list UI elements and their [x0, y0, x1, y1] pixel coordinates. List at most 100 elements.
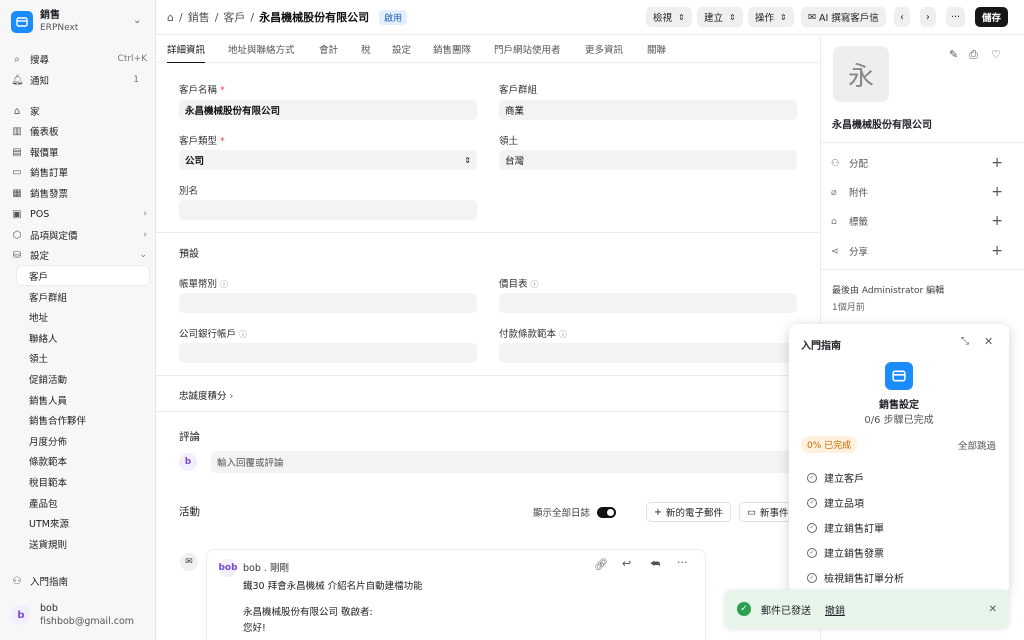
plus-icon[interactable]: +	[991, 155, 1003, 171]
more-icon[interactable]: ···	[677, 556, 688, 569]
breadcrumb-customer[interactable]: 客戶	[223, 9, 245, 25]
sidebar-item-sales-order[interactable]: ▭ 銷售訂單	[11, 163, 68, 181]
tab-more-info[interactable]: 更多資訊	[585, 42, 623, 63]
sidebar-item-home[interactable]: ⌂ 家	[11, 102, 40, 120]
tab-sales-team[interactable]: 銷售團隊	[433, 42, 471, 63]
chevron-right-icon: ›	[143, 230, 147, 240]
customer-group-input[interactable]: 商業	[499, 100, 797, 120]
tags-row[interactable]: ⌂ 標籤 +	[831, 212, 1003, 230]
sidebar-item-quotation[interactable]: ▤ 報價單	[11, 143, 58, 161]
more-button[interactable]: ···	[946, 7, 966, 27]
home-icon[interactable]: ⌂	[167, 11, 174, 24]
sidebar-sub-customer-group[interactable]: 客戶群組	[17, 287, 149, 306]
loyalty-section-toggle[interactable]: 忠誠度積分 ›	[179, 388, 233, 402]
tab-portal-users[interactable]: 門戶網站使用者	[494, 42, 561, 63]
sidebar-sub-monthly-distribution[interactable]: 月度分佈	[17, 431, 149, 450]
link-icon[interactable]: 🔗︎	[594, 558, 608, 571]
payment-terms-input[interactable]	[499, 343, 797, 363]
step-create-item[interactable]: ✓ 建立品項	[807, 495, 864, 510]
sidebar-item-dashboard[interactable]: ▥ 儀表板	[11, 122, 58, 140]
bank-account-input[interactable]	[179, 343, 477, 363]
new-email-button[interactable]: + 新的電子郵件	[646, 502, 731, 522]
tab-connections[interactable]: 關聯	[647, 42, 666, 63]
currency-input[interactable]	[179, 293, 477, 313]
toggle-switch[interactable]	[597, 506, 617, 518]
attachments-row[interactable]: ⌀ 附件 +	[831, 183, 1003, 201]
share-row[interactable]: ⋖ 分享 +	[831, 242, 1003, 260]
sidebar-sub-tax-template[interactable]: 稅目範本	[17, 472, 149, 491]
sidebar-item-sales-invoice[interactable]: ▦ 銷售發票	[11, 184, 68, 202]
tab-address-contact[interactable]: 地址與聯絡方式	[228, 42, 295, 63]
view-button[interactable]: 檢視 ⇕	[646, 7, 692, 27]
attachments-label: 附件	[849, 188, 869, 199]
plus-icon[interactable]: +	[991, 184, 1003, 200]
chevron-down-icon: ⌄	[139, 250, 147, 260]
reply-all-icon[interactable]: ⮪	[650, 557, 660, 571]
reply-icon[interactable]: ↩	[622, 557, 631, 570]
assign-row[interactable]: ⚇ 分配 +	[831, 154, 1003, 172]
price-list-input[interactable]	[499, 293, 797, 313]
edit-icon[interactable]: ✎	[949, 48, 958, 61]
avatar: bob	[218, 559, 238, 577]
comment-input[interactable]: 輸入回覆或評論	[211, 451, 797, 473]
app-switcher[interactable]: 銷售 ERPNext	[11, 9, 78, 35]
chart-icon: ▥	[12, 125, 22, 137]
save-button[interactable]: 儲存	[975, 7, 1009, 27]
sidebar-item-setup[interactable]: ⛁ 設定 ⌄	[11, 246, 147, 264]
territory-input[interactable]: 台灣	[499, 150, 797, 170]
step-view-sales-analytics[interactable]: ✓ 檢視銷售訂單分析	[807, 570, 904, 585]
skip-all-button[interactable]: 全部跳過	[958, 438, 996, 452]
next-record-button[interactable]: ›	[920, 7, 936, 27]
chevron-down-icon[interactable]: ⌄	[133, 15, 141, 26]
heart-icon[interactable]: ♡	[991, 48, 1001, 61]
prev-record-button[interactable]: ‹	[894, 7, 910, 27]
actions-button[interactable]: 操作 ⇕	[748, 7, 794, 27]
close-icon[interactable]: ✕	[984, 335, 993, 348]
sidebar-sub-customer[interactable]: 客戶	[17, 266, 149, 285]
sidebar-notifications[interactable]: 🔔︎ 通知 1	[11, 71, 147, 89]
sidebar-sub-address[interactable]: 地址	[17, 307, 149, 326]
sidebar-item-label: 銷售發票	[30, 189, 69, 200]
customer-group-label: 客戶群組	[499, 85, 538, 96]
sidebar-sub-terms-template[interactable]: 條款範本	[17, 451, 149, 470]
print-icon[interactable]: ⎙	[969, 48, 978, 62]
tab-accounting[interactable]: 會計	[319, 42, 338, 63]
sidebar-sub-sales-partner[interactable]: 銷售合作夥伴	[17, 410, 149, 429]
sidebar-sub-sales-person[interactable]: 銷售人員	[17, 390, 149, 409]
sidebar-item-items-pricing[interactable]: ⬡ 品項與定價 ›	[11, 226, 147, 244]
user-menu[interactable]: b bob fishbob@gmail.com	[11, 602, 134, 628]
sidebar-sub-utm-source[interactable]: UTM來源	[17, 513, 149, 532]
show-all-logs-toggle[interactable]: 顯示全部日誌	[533, 505, 617, 519]
tab-details[interactable]: 詳細資訊	[167, 42, 206, 63]
sidebar-sub-territory[interactable]: 領土	[17, 348, 149, 367]
sidebar-sub-shipping-rule[interactable]: 送貨規則	[17, 534, 149, 553]
sidebar-sub-product-bundle[interactable]: 產品包	[17, 493, 149, 512]
customer-type-select[interactable]: 公司 ⇕	[179, 150, 477, 170]
minimize-icon[interactable]: ⤡	[961, 336, 969, 347]
sidebar-item-pos[interactable]: ▣ POS ›	[11, 205, 147, 223]
undo-button[interactable]: 撤銷	[825, 602, 845, 617]
search-shortcut: Ctrl+K	[117, 54, 147, 64]
tab-tax[interactable]: 稅	[361, 42, 371, 63]
alias-input[interactable]	[179, 200, 477, 220]
form-body: 客戶名稱 * 永昌機械股份有限公司 客戶群組 商業 客戶類型 * 公司 ⇕ 領土 …	[156, 63, 819, 640]
sidebar-sub-contact[interactable]: 聯絡人	[17, 328, 149, 347]
step-create-sales-order[interactable]: ✓ 建立銷售訂單	[807, 520, 884, 535]
create-button[interactable]: 建立 ⇕	[697, 7, 743, 27]
new-event-button[interactable]: ▭ 新事件	[739, 502, 797, 522]
step-create-customer[interactable]: ✓ 建立客戶	[807, 470, 864, 485]
tab-settings[interactable]: 設定	[392, 42, 411, 63]
customer-name-input[interactable]: 永昌機械股份有限公司	[179, 100, 477, 120]
guide-label: 入門指南	[30, 577, 69, 588]
app-subtitle: ERPNext	[40, 23, 79, 33]
plus-icon[interactable]: +	[991, 213, 1003, 229]
plus-icon[interactable]: +	[991, 243, 1003, 259]
breadcrumb-sales[interactable]: 銷售	[188, 9, 210, 25]
close-icon[interactable]: ✕	[989, 604, 997, 615]
sidebar-search[interactable]: ⌕ 搜尋 Ctrl+K	[11, 50, 147, 68]
sidebar-onboarding-guide[interactable]: ⚇ 入門指南	[11, 572, 69, 590]
step-create-sales-invoice[interactable]: ✓ 建立銷售發票	[807, 545, 884, 560]
ai-write-email-button[interactable]: ✉ AI 撰寫客戶信	[801, 7, 886, 27]
sidebar-sub-campaign[interactable]: 促銷活動	[17, 369, 149, 388]
chevron-left-icon: ‹	[900, 11, 904, 23]
